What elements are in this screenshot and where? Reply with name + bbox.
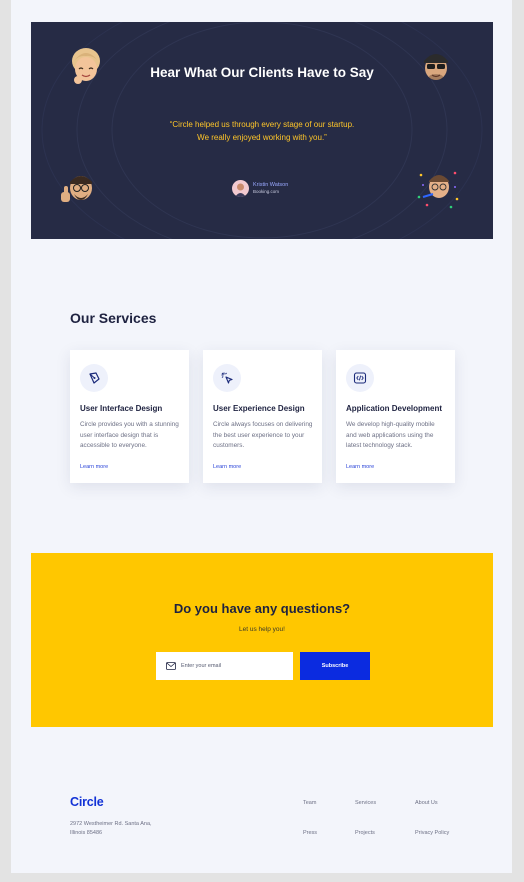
questions-section: Do you have any questions? Let us help y… xyxy=(31,553,493,727)
footer-address: 2972 Westheimer Rd. Santa Ana, Illinois … xyxy=(70,820,152,838)
author-company: Booking.com xyxy=(253,189,280,194)
testimonial-section: Hear What Our Clients Have to Say “Circl… xyxy=(31,22,493,239)
services-title: Our Services xyxy=(70,310,157,326)
service-icon-wrap xyxy=(346,364,374,392)
testimonial-quote: “Circle helped us through every stage of… xyxy=(31,118,493,144)
service-title: User Experience Design xyxy=(213,404,305,413)
service-title: User Interface Design xyxy=(80,404,163,413)
testimonial-quote-line-2: We really enjoyed working with you.” xyxy=(197,133,327,142)
footer-link-privacy-policy[interactable]: Privacy Policy xyxy=(415,830,449,836)
email-input[interactable] xyxy=(181,663,281,669)
pen-tool-icon xyxy=(89,372,100,384)
learn-more-link[interactable]: Learn more xyxy=(213,464,241,470)
service-title: Application Development xyxy=(346,404,443,413)
questions-subtitle: Let us help you! xyxy=(239,626,285,633)
footer-link-team[interactable]: Team xyxy=(303,800,316,806)
woman-avatar-icon xyxy=(235,183,246,197)
testimonial-quote-line-1: “Circle helped us through every stage of… xyxy=(169,120,355,129)
service-card-ui-design: User Interface Design Circle provides yo… xyxy=(70,350,189,483)
service-description: Circle always focuses on delivering the … xyxy=(213,421,313,449)
party-memoji-icon xyxy=(417,171,459,209)
code-icon xyxy=(353,372,367,384)
testimonial-title: Hear What Our Clients Have to Say xyxy=(150,65,374,80)
avatar xyxy=(232,180,249,197)
service-description: Circle provides you with a stunning user… xyxy=(80,421,179,449)
learn-more-link[interactable]: Learn more xyxy=(346,464,374,470)
footer-link-about-us[interactable]: About Us xyxy=(415,800,438,806)
email-field[interactable] xyxy=(156,652,293,680)
author-name: Kristin Watson xyxy=(253,182,289,188)
page: Hear What Our Clients Have to Say “Circl… xyxy=(11,0,512,873)
subscribe-button[interactable]: Subscribe xyxy=(300,652,370,680)
service-card-app-development: Application Development We develop high-… xyxy=(336,350,455,483)
mail-icon xyxy=(166,662,176,670)
footer-link-projects[interactable]: Projects xyxy=(355,830,375,836)
man-thumbs-up-memoji-icon xyxy=(61,176,92,202)
learn-more-link[interactable]: Learn more xyxy=(80,464,108,470)
service-description: We develop high-quality mobile and web a… xyxy=(346,421,435,449)
address-line-2: Illinois 85486 xyxy=(70,830,103,836)
footer-link-press[interactable]: Press xyxy=(303,830,317,836)
service-icon-wrap xyxy=(213,364,241,392)
address-line-1: 2972 Westheimer Rd. Santa Ana, xyxy=(70,821,152,827)
footer-link-services[interactable]: Services xyxy=(355,800,376,806)
footer-logo[interactable]: Circle xyxy=(70,795,104,809)
cursor-click-icon xyxy=(221,372,233,384)
testimonial-author: Kristin Watson Booking.com xyxy=(232,180,288,197)
service-icon-wrap xyxy=(80,364,108,392)
service-card-ux-design: User Experience Design Circle always foc… xyxy=(203,350,322,483)
questions-title: Do you have any questions? xyxy=(173,601,351,616)
